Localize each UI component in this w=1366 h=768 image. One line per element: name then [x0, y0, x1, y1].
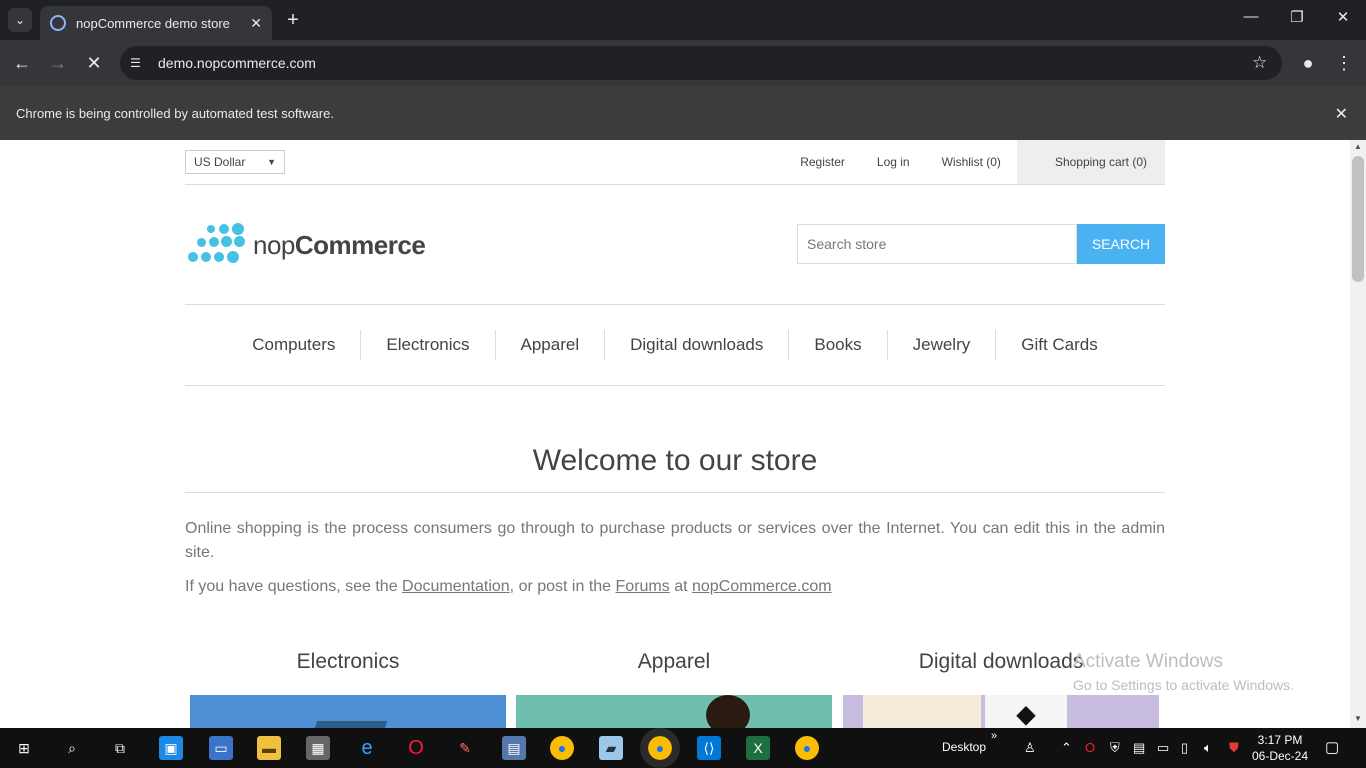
taskbar-search-icon[interactable]: ⌕	[60, 736, 84, 760]
category-image[interactable]	[516, 695, 832, 728]
url-text[interactable]: demo.nopcommerce.com	[158, 55, 1252, 71]
browser-tab-strip: ⌄ nopCommerce demo store ✕ + — ❐ ✕	[0, 0, 1366, 40]
security-tray-icon[interactable]: ⛊	[1229, 740, 1239, 756]
new-tab-icon[interactable]: +	[282, 8, 304, 32]
search-button[interactable]: SEARCH	[1077, 224, 1165, 264]
chrome-2-icon[interactable]: ●	[795, 736, 819, 760]
automation-infobar: Chrome is being controlled by automated …	[0, 86, 1366, 140]
page-scrollbar[interactable]: ▲ ▼	[1350, 140, 1366, 728]
activation-watermark: Activate Windows Go to Settings to activ…	[1073, 651, 1294, 693]
network-tray-icon[interactable]: ▭	[1157, 740, 1169, 756]
address-bar[interactable]: ☰ demo.nopcommerce.com ☆	[120, 46, 1282, 80]
network-tool-icon[interactable]: ▤	[502, 736, 526, 760]
store-page: US Dollar ▼ Register Log in Wishlist (0)…	[185, 140, 1165, 599]
keyboard-tray-icon[interactable]: ▤	[1133, 740, 1145, 756]
shopping-cart-link[interactable]: Shopping cart (0)	[1016, 140, 1165, 184]
infobar-close-icon[interactable]: ✕	[1335, 104, 1348, 124]
scroll-thumb[interactable]	[1352, 156, 1364, 282]
profile-icon[interactable]: ●	[1296, 51, 1320, 75]
notepad-icon[interactable]: ▰	[599, 736, 623, 760]
menu-kebab-icon[interactable]: ⋮	[1332, 51, 1356, 75]
expand-toolbar-icon[interactable]: »	[991, 730, 997, 742]
intro-paragraph: Online shopping is the process consumers…	[185, 520, 1165, 561]
tab-title: nopCommerce demo store	[76, 15, 230, 31]
battery-tray-icon[interactable]: ▯	[1181, 740, 1188, 756]
logo-search-row: nopCommerce Search store SEARCH	[185, 185, 1165, 305]
logo-dots-icon	[187, 223, 245, 267]
file-explorer-icon[interactable]: ▬	[257, 736, 281, 760]
site-info-icon[interactable]: ☰	[130, 56, 150, 70]
desktop-toolbar-label[interactable]: Desktop	[942, 740, 986, 754]
remote-desktop-icon[interactable]: ▣	[159, 736, 183, 760]
scroll-down-icon[interactable]: ▼	[1354, 714, 1362, 723]
header-links-bar: US Dollar ▼ Register Log in Wishlist (0)…	[185, 140, 1165, 185]
defender-tray-icon[interactable]: ⛨	[1110, 740, 1120, 756]
forums-link[interactable]: Forums	[616, 578, 670, 595]
notifications-icon[interactable]: ▢	[1325, 738, 1339, 756]
menu-item-digital-downloads[interactable]: Digital downloads	[605, 330, 790, 360]
start-icon[interactable]: ⊞	[12, 736, 36, 760]
currency-select[interactable]: US Dollar ▼	[185, 150, 285, 174]
chrome-active-icon[interactable]: ●	[640, 728, 680, 768]
search-input[interactable]: Search store	[797, 224, 1077, 264]
forward-icon[interactable]: →	[46, 51, 70, 75]
back-icon[interactable]: ←	[10, 51, 34, 75]
browser-toolbar: ← → ✕ ☰ demo.nopcommerce.com ☆ ● ⋮	[0, 40, 1366, 86]
menu-item-jewelry[interactable]: Jewelry	[888, 330, 997, 360]
category-electronics[interactable]: Electronics	[190, 650, 506, 728]
automation-notice: Chrome is being controlled by automated …	[16, 105, 334, 121]
tab-search-icon[interactable]: ⌄	[8, 8, 32, 32]
nopcommerce-link[interactable]: nopCommerce.com	[692, 578, 832, 595]
opera-tray-icon[interactable]: O	[1085, 740, 1095, 755]
logo-text: nopCommerce	[253, 229, 426, 260]
category-image[interactable]: ◆	[843, 695, 1159, 728]
chrome-icon[interactable]: ●	[550, 736, 574, 760]
register-link[interactable]: Register	[800, 155, 845, 169]
search-box: Search store SEARCH	[797, 224, 1165, 264]
header-links: Register Log in Wishlist (0) Shopping ca…	[768, 140, 1165, 184]
people-icon[interactable]: ♙	[1024, 740, 1036, 756]
top-menu: Computers Electronics Apparel Digital do…	[185, 305, 1165, 386]
window-close-icon[interactable]: ✕	[1328, 8, 1358, 26]
scroll-up-icon[interactable]: ▲	[1354, 142, 1362, 151]
currency-value: US Dollar	[194, 155, 246, 169]
restore-icon[interactable]: ❐	[1282, 8, 1312, 26]
edge-icon[interactable]: e	[355, 736, 379, 760]
page-viewport: US Dollar ▼ Register Log in Wishlist (0)…	[0, 140, 1350, 728]
calculator-icon[interactable]: ▦	[306, 736, 330, 760]
volume-tray-icon[interactable]: 🔈︎	[1204, 740, 1212, 756]
task-view-icon[interactable]: ⧉	[108, 736, 132, 760]
favicon-icon	[50, 15, 66, 31]
category-title[interactable]: Apparel	[516, 650, 832, 674]
menu-item-electronics[interactable]: Electronics	[361, 330, 496, 360]
menu-item-computers[interactable]: Computers	[227, 330, 362, 360]
minimize-icon[interactable]: —	[1236, 8, 1266, 25]
page-title: Welcome to our store	[185, 386, 1165, 493]
paint-icon[interactable]: ✎	[453, 736, 477, 760]
excel-icon[interactable]: X	[746, 736, 770, 760]
this-pc-icon[interactable]: ▭	[209, 736, 233, 760]
menu-item-gift-cards[interactable]: Gift Cards	[996, 330, 1123, 360]
taskbar-clock[interactable]: 3:17 PM 06-Dec-24	[1252, 732, 1308, 764]
menu-item-books[interactable]: Books	[789, 330, 888, 360]
category-image[interactable]	[190, 695, 506, 728]
browser-tab[interactable]: nopCommerce demo store ✕	[40, 6, 272, 40]
documentation-link[interactable]: Documentation	[402, 578, 510, 595]
category-apparel[interactable]: Apparel	[516, 650, 832, 728]
menu-item-apparel[interactable]: Apparel	[496, 330, 606, 360]
store-logo[interactable]: nopCommerce	[187, 223, 426, 267]
category-title[interactable]: Electronics	[190, 650, 506, 674]
bookmark-star-icon[interactable]: ☆	[1252, 53, 1282, 73]
wishlist-link[interactable]: Wishlist (0)	[942, 155, 1001, 169]
opera-icon[interactable]: O	[404, 736, 428, 760]
vscode-icon[interactable]: ⟨⟩	[697, 736, 721, 760]
stop-loading-icon[interactable]: ✕	[82, 51, 106, 75]
tray-chevron-up-icon[interactable]: ⌃	[1061, 740, 1072, 756]
windows-taskbar: ⊞ ⌕ ⧉ ▣ ▭ ▬ ▦ e O ✎ ▤ ● ▰ ● ⟨⟩ X ● Deskt…	[0, 728, 1366, 768]
chevron-down-icon: ▼	[267, 157, 276, 167]
help-paragraph: If you have questions, see the Documenta…	[185, 578, 832, 595]
login-link[interactable]: Log in	[877, 155, 910, 169]
tab-close-icon[interactable]: ✕	[250, 15, 262, 32]
